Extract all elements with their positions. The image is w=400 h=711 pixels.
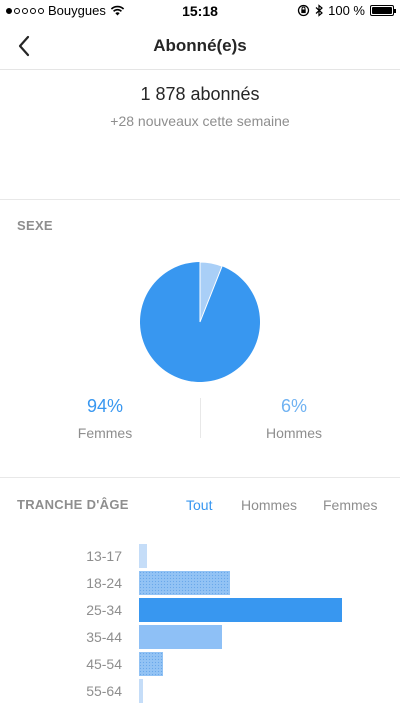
tab-all[interactable]: Tout	[186, 497, 212, 513]
divider	[0, 199, 400, 200]
gender-pie-chart	[140, 261, 260, 382]
bluetooth-icon	[315, 4, 324, 17]
orientation-lock-icon	[297, 4, 310, 17]
age-bar	[139, 571, 230, 595]
battery-icon	[370, 5, 396, 16]
age-bar	[139, 652, 163, 676]
age-bar	[139, 625, 222, 649]
status-bar: Bouygues 15:18 100 %	[0, 0, 400, 22]
age-section-label: TRANCHE D'ÂGE	[17, 497, 129, 512]
female-stat: 94% Femmes	[5, 396, 205, 441]
gender-section-label: SEXE	[17, 218, 53, 233]
followers-summary: 1 878 abonnés +28 nouveaux cette semaine	[0, 80, 400, 129]
divider	[0, 477, 400, 478]
male-stat: 6% Hommes	[194, 396, 394, 441]
battery-percent: 100 %	[328, 3, 365, 18]
female-percent: 94%	[86, 396, 124, 416]
tab-men[interactable]: Hommes	[241, 497, 297, 513]
age-bar	[139, 598, 342, 622]
male-percent: 6%	[280, 396, 307, 416]
page-title: Abonné(e)s	[153, 36, 247, 55]
age-label: 18-24	[86, 575, 122, 591]
followers-count: 1 878 abonnés	[140, 84, 260, 104]
male-label: Hommes	[265, 425, 322, 441]
age-label: 55-64	[86, 683, 122, 699]
age-label: 13-17	[86, 548, 122, 564]
female-label: Femmes	[77, 425, 133, 441]
nav-bar: Abonné(e)s	[0, 22, 400, 70]
age-bar	[139, 544, 147, 568]
tab-women[interactable]: Femmes	[323, 497, 377, 513]
new-followers-text: +28 nouveaux cette semaine	[110, 113, 290, 129]
age-label: 45-54	[86, 656, 122, 672]
age-label: 25-34	[86, 602, 122, 618]
status-right: 100 %	[297, 3, 396, 18]
age-bar	[139, 679, 143, 703]
age-label: 35-44	[86, 629, 122, 645]
